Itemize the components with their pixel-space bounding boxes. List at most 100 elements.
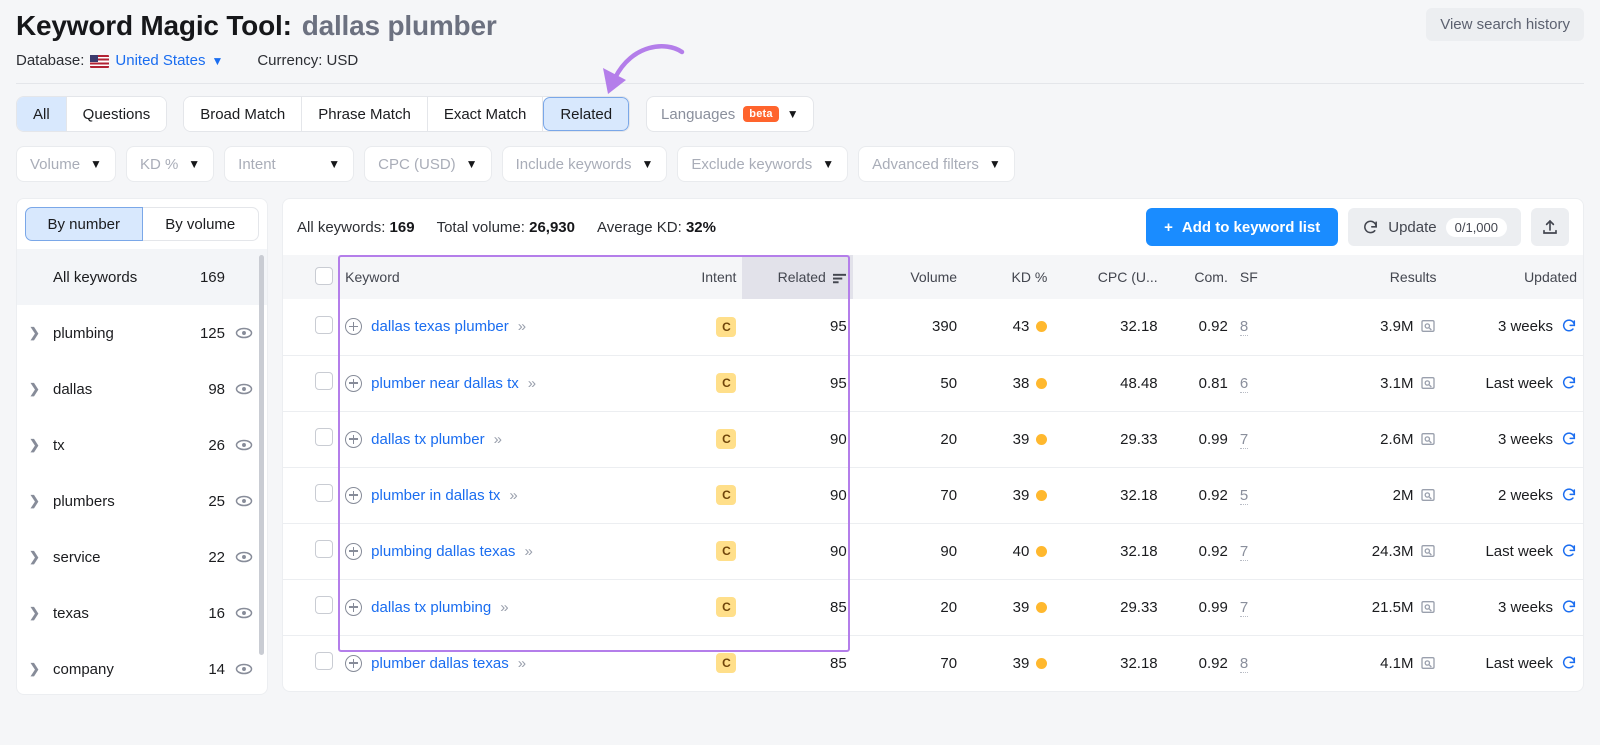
- tab-broad-match[interactable]: Broad Match: [184, 97, 303, 131]
- row-checkbox[interactable]: [315, 428, 334, 446]
- column-header-com[interactable]: Com.: [1163, 255, 1234, 299]
- chevron-right-icon[interactable]: ❯: [29, 381, 47, 397]
- row-checkbox[interactable]: [315, 484, 334, 502]
- expand-keyword-icon[interactable]: »: [509, 487, 517, 504]
- expand-keyword-icon[interactable]: »: [518, 655, 526, 672]
- chevron-right-icon[interactable]: ❯: [29, 549, 47, 565]
- sidebar-item-tx[interactable]: ❯ tx 26: [17, 417, 267, 473]
- expand-keyword-icon[interactable]: »: [524, 543, 532, 560]
- column-header-results[interactable]: Results: [1302, 255, 1443, 299]
- add-keyword-icon[interactable]: [345, 654, 363, 672]
- refresh-icon[interactable]: [1561, 431, 1577, 447]
- filter-advanced[interactable]: Advanced filters ▼: [858, 146, 1015, 182]
- column-header-related[interactable]: Related: [742, 255, 853, 299]
- filter-kd[interactable]: KD % ▼: [125, 146, 215, 182]
- sidebar-item-texas[interactable]: ❯ texas 16: [17, 585, 267, 641]
- keyword-link[interactable]: plumber in dallas tx: [371, 487, 500, 504]
- serp-preview-icon[interactable]: [1420, 487, 1436, 503]
- tab-all[interactable]: All: [17, 97, 67, 131]
- column-header-keyword[interactable]: Keyword: [339, 255, 671, 299]
- refresh-icon[interactable]: [1561, 318, 1577, 334]
- table-row[interactable]: plumbing dallas texas » C 90 90 40 32.18…: [283, 523, 1583, 580]
- row-checkbox[interactable]: [315, 372, 334, 390]
- row-checkbox[interactable]: [315, 540, 334, 558]
- expand-keyword-icon[interactable]: »: [494, 431, 502, 448]
- languages-dropdown[interactable]: Languages beta ▼: [646, 96, 814, 132]
- column-header-updated[interactable]: Updated: [1442, 255, 1583, 299]
- chevron-right-icon[interactable]: ❯: [29, 605, 47, 621]
- chevron-right-icon[interactable]: ❯: [29, 661, 47, 677]
- column-header-intent[interactable]: Intent: [670, 255, 743, 299]
- serp-preview-icon[interactable]: [1420, 375, 1436, 391]
- select-all-checkbox[interactable]: [315, 266, 334, 285]
- serp-preview-icon[interactable]: [1420, 599, 1436, 615]
- refresh-icon[interactable]: [1561, 599, 1577, 615]
- update-button[interactable]: Update 0/1,000: [1348, 208, 1521, 246]
- keyword-link[interactable]: plumber dallas texas: [371, 655, 509, 672]
- refresh-icon[interactable]: [1561, 655, 1577, 671]
- tab-phrase-match[interactable]: Phrase Match: [302, 97, 428, 131]
- sf-value[interactable]: 8: [1239, 654, 1249, 673]
- serp-preview-icon[interactable]: [1420, 318, 1436, 334]
- sf-value[interactable]: 6: [1239, 374, 1249, 393]
- sidebar-item-plumbing[interactable]: ❯ plumbing 125: [17, 305, 267, 361]
- table-row[interactable]: plumber near dallas tx » C 95 50 38 48.4…: [283, 355, 1583, 412]
- sidebar-item-plumbers[interactable]: ❯ plumbers 25: [17, 473, 267, 529]
- filter-cpc[interactable]: CPC (USD) ▼: [364, 146, 492, 182]
- sf-value[interactable]: 7: [1239, 598, 1249, 617]
- table-row[interactable]: dallas tx plumbing » C 85 20 39 29.33 0.…: [283, 579, 1583, 636]
- sidebar-toggle-by-volume[interactable]: By volume: [142, 207, 259, 241]
- column-header-cpc[interactable]: CPC (U...: [1053, 255, 1164, 299]
- serp-preview-icon[interactable]: [1420, 543, 1436, 559]
- sidebar-item-service[interactable]: ❯ service 22: [17, 529, 267, 585]
- refresh-icon[interactable]: [1561, 543, 1577, 559]
- column-header-volume[interactable]: Volume: [852, 255, 964, 299]
- refresh-icon[interactable]: [1561, 487, 1577, 503]
- expand-keyword-icon[interactable]: »: [528, 375, 536, 392]
- tab-questions[interactable]: Questions: [66, 97, 167, 131]
- column-header-sf[interactable]: SF: [1233, 255, 1303, 299]
- table-row[interactable]: plumber dallas texas » C 85 70 39 32.18 …: [283, 635, 1583, 691]
- sidebar-item-dallas[interactable]: ❯ dallas 98: [17, 361, 267, 417]
- keyword-link[interactable]: plumber near dallas tx: [371, 375, 519, 392]
- sidebar-item-all-keywords[interactable]: All keywords 169: [17, 249, 267, 305]
- sf-value[interactable]: 7: [1239, 542, 1249, 561]
- sidebar-scrollbar[interactable]: [259, 255, 264, 655]
- row-checkbox[interactable]: [315, 652, 334, 671]
- database-selector[interactable]: United States: [115, 52, 205, 69]
- add-keyword-icon[interactable]: [345, 598, 363, 616]
- sf-value[interactable]: 5: [1239, 486, 1249, 505]
- table-row[interactable]: plumber in dallas tx » C 90 70 39 32.18 …: [283, 467, 1583, 524]
- eye-icon[interactable]: [235, 660, 253, 678]
- filter-intent[interactable]: Intent ▼: [224, 146, 355, 182]
- chevron-right-icon[interactable]: ❯: [29, 493, 47, 509]
- eye-icon[interactable]: [235, 492, 253, 510]
- add-keyword-icon[interactable]: [345, 318, 363, 336]
- add-keyword-icon[interactable]: [345, 486, 363, 504]
- sidebar-toggle-by-number[interactable]: By number: [25, 207, 143, 241]
- row-checkbox[interactable]: [315, 596, 334, 614]
- column-header-kd[interactable]: KD %: [963, 255, 1054, 299]
- sidebar-item-company[interactable]: ❯ company 14: [17, 641, 267, 694]
- export-button[interactable]: [1531, 208, 1569, 246]
- row-checkbox[interactable]: [315, 315, 334, 334]
- eye-icon[interactable]: [235, 548, 253, 566]
- filter-volume[interactable]: Volume ▼: [16, 146, 116, 182]
- refresh-icon[interactable]: [1561, 375, 1577, 391]
- serp-preview-icon[interactable]: [1420, 431, 1436, 447]
- table-row[interactable]: dallas tx plumber » C 90 20 39 29.33 0.9…: [283, 411, 1583, 468]
- add-to-keyword-list-button[interactable]: + Add to keyword list: [1146, 208, 1339, 246]
- expand-keyword-icon[interactable]: »: [500, 599, 508, 616]
- chevron-down-icon[interactable]: ▼: [211, 54, 223, 68]
- tab-related[interactable]: Related: [543, 97, 630, 131]
- filter-include-keywords[interactable]: Include keywords ▼: [501, 146, 668, 182]
- chevron-right-icon[interactable]: ❯: [29, 325, 47, 341]
- sf-value[interactable]: 7: [1239, 430, 1249, 449]
- filter-exclude-keywords[interactable]: Exclude keywords ▼: [677, 146, 849, 182]
- expand-keyword-icon[interactable]: »: [518, 318, 526, 335]
- eye-icon[interactable]: [235, 436, 253, 454]
- view-search-history-button[interactable]: View search history: [1426, 8, 1584, 41]
- tab-exact-match[interactable]: Exact Match: [427, 97, 544, 131]
- add-keyword-icon[interactable]: [345, 374, 363, 392]
- eye-icon[interactable]: [235, 324, 253, 342]
